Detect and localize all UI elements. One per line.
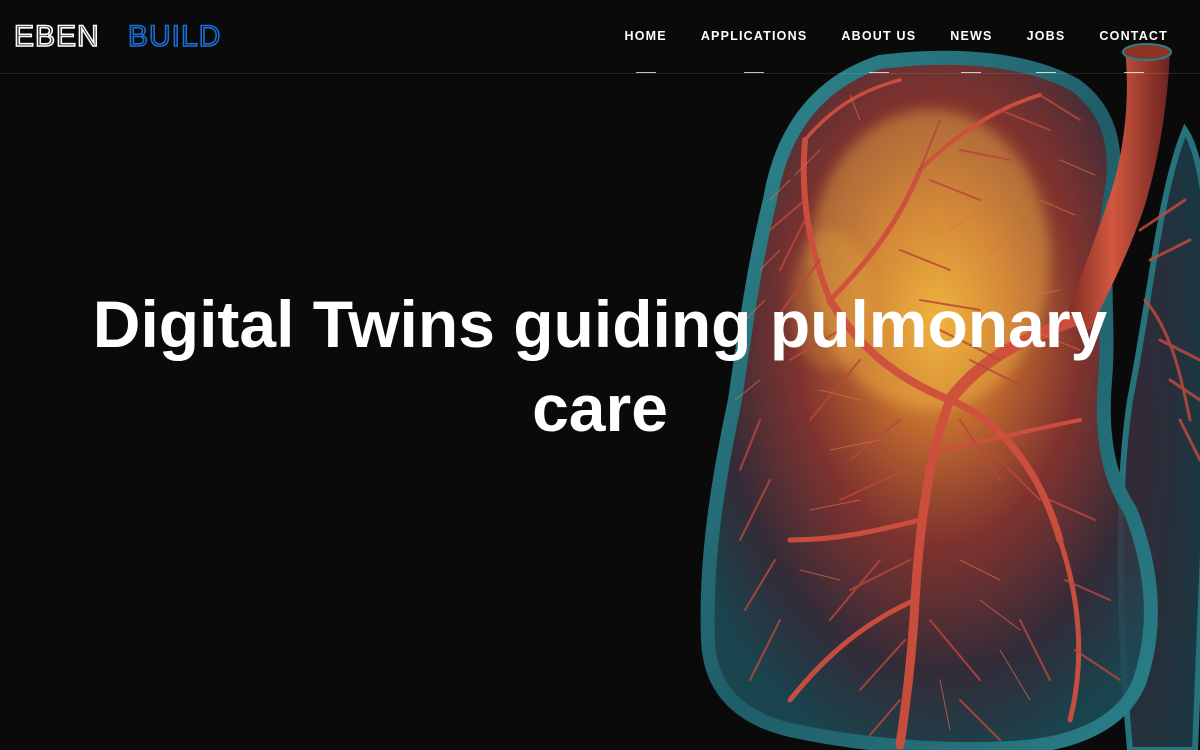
nav-item-about-us[interactable]: ABOUT US bbox=[841, 0, 916, 73]
nav-item-news[interactable]: NEWS bbox=[950, 0, 992, 73]
nav-label-news[interactable]: NEWS bbox=[950, 29, 992, 43]
nav-label-jobs[interactable]: JOBS bbox=[1027, 29, 1066, 43]
nav-label-home[interactable]: HOME bbox=[625, 29, 667, 43]
nav-item-jobs[interactable]: JOBS bbox=[1027, 0, 1066, 73]
nav-label-applications[interactable]: APPLICATIONS bbox=[701, 29, 808, 43]
nav-item-applications[interactable]: APPLICATIONS bbox=[701, 0, 808, 73]
nav-underline bbox=[1036, 72, 1056, 73]
nav-label-contact[interactable]: CONTACT bbox=[1099, 29, 1168, 43]
nav-underline bbox=[635, 72, 656, 73]
logo-part-eben: EBEN bbox=[14, 20, 100, 52]
nav-underline bbox=[961, 72, 982, 73]
hero-title: Digital Twins guiding pulmonary care bbox=[92, 287, 1108, 445]
ebenbuild-logo[interactable]: EBEN BUILD bbox=[14, 20, 246, 52]
logo-part-build: BUILD bbox=[128, 20, 221, 52]
nav-item-home[interactable]: HOME bbox=[625, 0, 667, 73]
nav-label-about-us[interactable]: ABOUT US bbox=[841, 29, 916, 43]
nav-underline bbox=[744, 72, 765, 73]
page: EBEN BUILD HOME APPLICATIONS ABOUT US NE… bbox=[0, 0, 1200, 750]
nav-underline bbox=[1123, 72, 1144, 73]
nav-underline bbox=[868, 72, 889, 73]
nav-item-contact[interactable]: CONTACT bbox=[1099, 0, 1168, 73]
site-header: EBEN BUILD HOME APPLICATIONS ABOUT US NE… bbox=[0, 0, 1200, 74]
main-nav: HOME APPLICATIONS ABOUT US NEWS JOBS CON… bbox=[591, 0, 1168, 73]
